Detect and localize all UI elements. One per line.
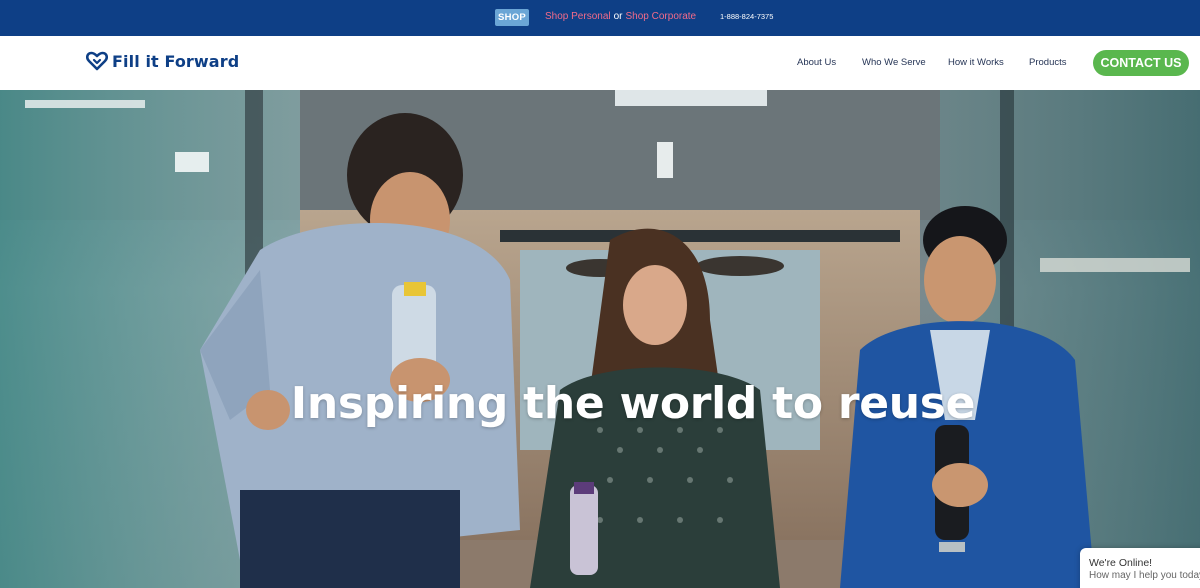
- site-logo[interactable]: Fill it Forward: [86, 51, 239, 71]
- chat-prompt: How may I help you today?: [1089, 570, 1200, 581]
- shop-links: Shop Personal or Shop Corporate: [545, 11, 696, 22]
- shop-or-text: or: [613, 11, 623, 22]
- chat-widget[interactable]: We're Online! How may I help you today?: [1080, 548, 1200, 588]
- contact-us-button[interactable]: CONTACT US: [1093, 50, 1189, 76]
- logo-text: Fill it Forward: [112, 51, 240, 71]
- shop-personal-link[interactable]: Shop Personal: [545, 11, 611, 22]
- nav-products[interactable]: Products: [1029, 57, 1067, 68]
- nav-how-it-works[interactable]: How it Works: [948, 57, 1004, 68]
- hero-section: Inspiring the world to reuse: [0, 90, 1200, 588]
- top-bar: SHOP Shop Personal or Shop Corporate 1-888…: [0, 0, 1200, 36]
- nav-who-we-serve[interactable]: Who We Serve: [862, 57, 926, 68]
- nav-about-us[interactable]: About Us: [797, 57, 836, 68]
- shop-corporate-link[interactable]: Shop Corporate: [626, 11, 697, 22]
- shop-badge[interactable]: SHOP: [495, 9, 529, 26]
- phone-link[interactable]: 1-888-824-7375: [720, 12, 773, 21]
- hero-photo: [0, 90, 1200, 588]
- heart-logo-icon: [86, 51, 108, 71]
- site-header: Fill it Forward About Us Who We Serve Ho…: [0, 36, 1200, 90]
- chat-status: We're Online!: [1089, 557, 1153, 569]
- hero-title: Inspiring the world to reuse: [290, 378, 976, 429]
